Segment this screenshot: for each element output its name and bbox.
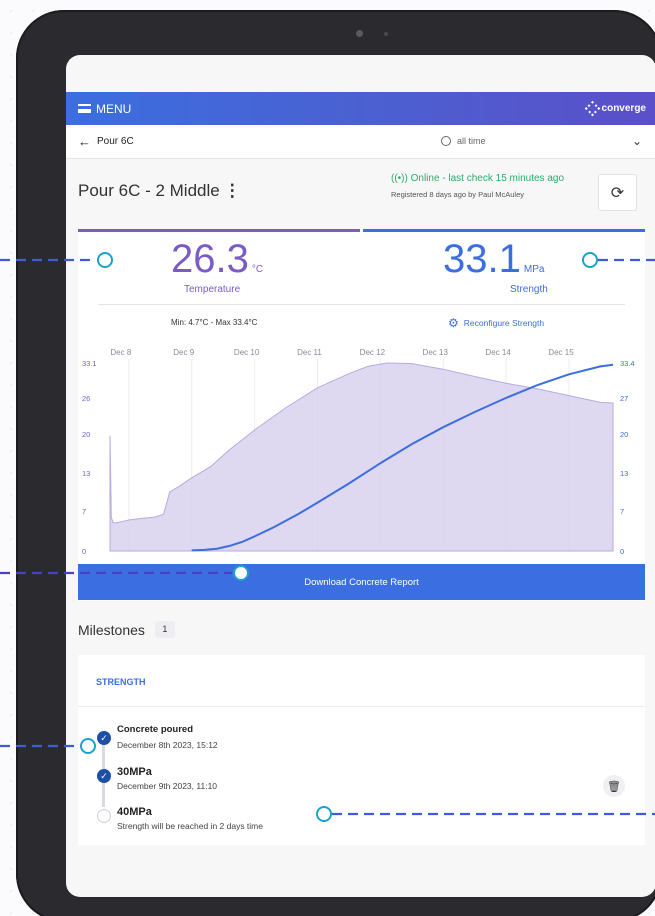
menu-label: MENU	[96, 101, 132, 116]
sensor-icon	[384, 32, 388, 36]
download-label: Download Concrete Report	[304, 576, 419, 588]
milestone-pending-icon	[97, 809, 111, 823]
trash-icon: 🗑	[607, 780, 621, 793]
top-navigation-bar: MENU converge	[66, 92, 655, 125]
y-right-tick-label: 0	[620, 547, 624, 556]
x-tick-label: Dec 9	[173, 348, 194, 357]
temperature-area	[109, 362, 614, 552]
strength-tab-indicator	[363, 229, 645, 232]
temperature-strength-chart: Dec 8 Dec 9 Dec 10 Dec 11 Dec 12 Dec 13 Dec 14…	[82, 348, 635, 556]
app-screen: MENU converge ← Pour 6C all time ⌄ Pour	[66, 55, 655, 897]
gear-icon: ⚙	[448, 316, 459, 330]
strength-value[interactable]: 33.1 MPa	[443, 239, 544, 290]
x-tick-label: Dec 10	[234, 348, 260, 357]
milestone-done-check-icon: ✓	[97, 769, 111, 783]
converge-logo-icon	[584, 100, 600, 117]
camera-icon	[356, 30, 363, 37]
x-tick-label: Dec 13	[423, 348, 449, 357]
y-left-tick-label: 20	[82, 430, 90, 439]
breadcrumb: ← Pour 6C all time ⌄	[66, 125, 655, 159]
chevron-down-icon[interactable]: ⌄	[632, 134, 642, 148]
metrics-divider	[98, 304, 625, 305]
y-left-tick-label: 13	[82, 469, 90, 478]
y-left-tick-label: 33.1	[82, 359, 97, 368]
y-right-tick-label: 27	[620, 394, 628, 403]
back-arrow-icon[interactable]: ←	[78, 134, 91, 149]
milestone-detail: December 9th 2023, 11:10	[117, 781, 218, 791]
x-tick-label: Dec 12	[360, 348, 386, 357]
temperature-value[interactable]: 26.3 °C	[171, 239, 263, 290]
strength-unit: MPa	[523, 264, 545, 275]
menu-button[interactable]: MENU	[78, 102, 131, 116]
online-status: ((•)) Online - last check 15 minutes ago	[391, 173, 565, 184]
temperature-number: 26.3	[171, 237, 249, 281]
x-tick-label: Dec 15	[548, 348, 574, 357]
x-tick-label: Dec 14	[485, 348, 511, 357]
refresh-button[interactable]: ⟳	[598, 174, 637, 211]
tablet-frame: MENU converge ← Pour 6C all time ⌄ Pour	[16, 10, 655, 916]
temperature-unit: °C	[251, 264, 264, 275]
x-tick-label: Dec 8	[110, 348, 131, 357]
brand-logo[interactable]: converge	[584, 100, 646, 117]
section-label: STRENGTH	[96, 677, 146, 687]
kebab-menu-icon[interactable]: ⋮	[224, 181, 241, 200]
promo-stage: MENU converge ← Pour 6C all time ⌄ Pour	[0, 0, 655, 916]
temperature-tab-indicator	[78, 229, 360, 232]
hamburger-icon	[78, 104, 91, 113]
strength-number: 33.1	[443, 237, 521, 281]
time-filter-select[interactable]: all time	[441, 136, 486, 146]
x-tick-label: Dec 11	[297, 348, 322, 357]
pour-header: Pour 6C - 2 Middle ⋮ ((•)) Online - last …	[66, 159, 655, 229]
milestone-detail: Strength will be reached in 2 days time	[117, 821, 263, 831]
milestones-card: STRENGTH ✓ Concrete poured December 8th …	[78, 655, 645, 845]
milestones-heading: Milestones 1	[78, 621, 175, 638]
y-right-tick-label: 7	[620, 507, 624, 516]
time-filter-value: all time	[457, 136, 486, 146]
metrics-card: 26.3 °C Temperature 33.1 MPa Strength Min:…	[78, 229, 645, 601]
clock-icon	[441, 136, 451, 146]
temperature-min-max: Min: 4.7°C - Max 33.4°C	[171, 318, 258, 327]
y-left-tick-label: 7	[82, 507, 86, 516]
y-right-tick-label: 20	[620, 430, 628, 439]
y-left-tick-label: 0	[82, 547, 86, 556]
download-report-button[interactable]: Download Concrete Report	[78, 564, 645, 600]
milestone-name: 40MPa	[117, 806, 152, 818]
milestone-name: Concrete poured	[117, 724, 194, 735]
milestone-name: 30MPa	[117, 766, 152, 778]
pour-title: Pour 6C - 2 Middle	[78, 181, 220, 200]
milestones-count-badge: 1	[154, 621, 175, 638]
y-right-tick-label: 33.4	[620, 359, 635, 368]
reconfigure-label: Reconfigure Strength	[463, 318, 545, 328]
strength-label: Strength	[510, 284, 548, 295]
milestone-detail: December 8th 2023, 15:12	[117, 740, 218, 750]
milestones-title: Milestones	[78, 621, 145, 638]
breadcrumb-back-label[interactable]: Pour 6C	[97, 136, 134, 147]
temperature-label: Temperature	[184, 284, 241, 295]
registered-info: Registered 8 days ago by Paul McAuley	[391, 190, 524, 199]
refresh-icon: ⟳	[610, 184, 625, 202]
y-right-tick-label: 13	[620, 469, 628, 478]
y-left-tick-label: 26	[82, 394, 90, 403]
milestone-done-check-icon: ✓	[97, 731, 111, 745]
delete-milestone-button[interactable]: 🗑	[603, 775, 625, 797]
reconfigure-strength-link[interactable]: ⚙ Reconfigure Strength	[448, 316, 544, 330]
brand-name: converge	[601, 103, 646, 114]
milestones-section-header: STRENGTH	[78, 655, 645, 707]
page-title: Pour 6C - 2 Middle ⋮	[78, 181, 241, 201]
